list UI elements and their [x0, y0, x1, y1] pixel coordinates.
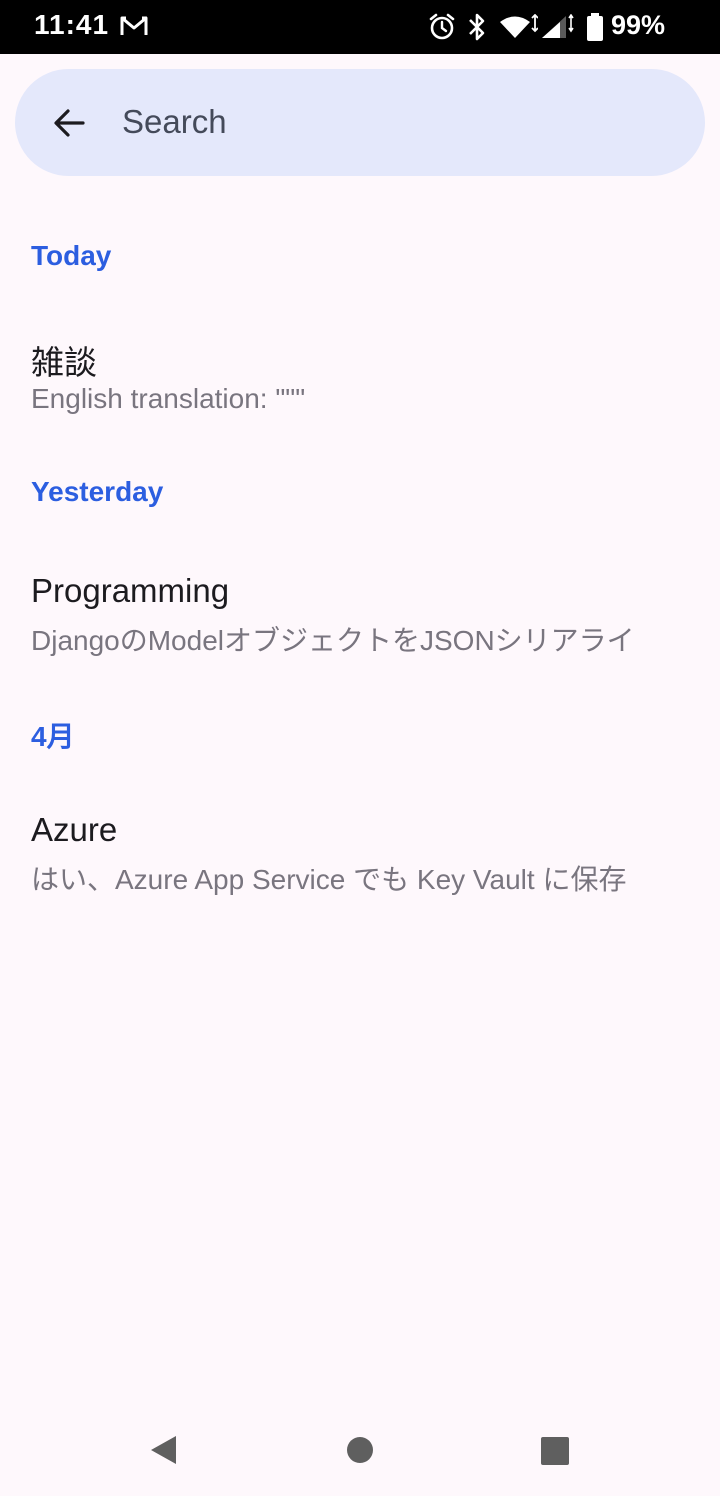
navigation-bar: [0, 1400, 720, 1496]
alarm-icon: [429, 13, 455, 40]
battery-icon: [587, 13, 603, 41]
nav-back-icon[interactable]: [148, 1434, 178, 1466]
chat-title: Azure: [31, 811, 118, 848]
chat-preview: はい、Azure App Service でも Key Vault に保存: [31, 864, 627, 895]
chat-title: Programming: [31, 572, 230, 609]
status-time: 11:41: [34, 9, 110, 40]
search-input[interactable]: Search: [122, 103, 227, 141]
wifi-icon: [500, 14, 538, 38]
chat-item-azure[interactable]: Azure はい、Azure App Service でも Key Vault …: [0, 811, 720, 921]
chat-title: 雑談: [31, 344, 97, 381]
chat-preview: DjangoのModelオブジェクトをJSONシリアライ: [31, 625, 635, 656]
signal-icon: [542, 14, 574, 38]
chat-preview: English translation: """: [31, 383, 306, 414]
nav-recents-icon[interactable]: [540, 1434, 570, 1466]
search-bar[interactable]: Search: [15, 69, 705, 176]
chat-item-programming[interactable]: Programming DjangoのModelオブジェクトをJSONシリアライ: [0, 572, 720, 682]
status-bar: 11:41 99%: [0, 0, 720, 54]
battery-percent: 99%: [611, 10, 666, 40]
chat-item-zatsudan[interactable]: 雑談 English translation: """: [0, 336, 720, 446]
arrow-back-icon[interactable]: [52, 106, 86, 140]
nav-home-icon[interactable]: [346, 1434, 374, 1466]
section-header-today: Today: [31, 240, 112, 271]
section-header-april: 4月: [31, 721, 75, 752]
section-header-yesterday: Yesterday: [31, 476, 164, 507]
bluetooth-icon: [469, 13, 485, 41]
gmail-icon: [120, 16, 148, 35]
